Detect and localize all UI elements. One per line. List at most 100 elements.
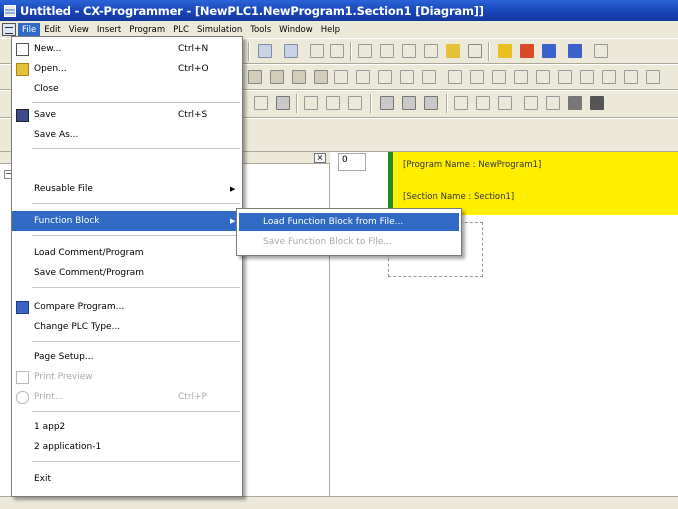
menu-separator	[32, 287, 240, 288]
save-disk-icon	[16, 108, 29, 122]
print-icon	[16, 390, 29, 404]
menu-item-compare-program[interactable]: Compare Program...	[12, 297, 242, 317]
menu-separator	[32, 235, 240, 236]
menu-program[interactable]: Program	[125, 23, 169, 37]
close-icon[interactable]: ×	[314, 153, 326, 163]
instruction-icon[interactable]	[536, 70, 550, 84]
word-icon[interactable]	[646, 70, 660, 84]
menu-file[interactable]: File	[18, 22, 41, 37]
io-table-icon[interactable]	[402, 96, 416, 110]
menu-item-page-setup[interactable]: Page Setup...	[12, 347, 242, 367]
transition-icon[interactable]	[602, 70, 616, 84]
redo-icon[interactable]	[330, 44, 344, 58]
contact-no-icon[interactable]	[356, 70, 370, 84]
menu-tools[interactable]: Tools	[246, 23, 275, 37]
menu-item-new[interactable]: New... Ctrl+N	[12, 39, 242, 59]
open-folder-icon	[16, 62, 29, 76]
menu-item-save-as[interactable]: Save As...	[12, 125, 242, 145]
undo-icon[interactable]	[310, 44, 324, 58]
menu-item-save-comment[interactable]: Save Comment/Program	[12, 263, 242, 283]
menu-item-function-block[interactable]: Function Block ▶	[12, 211, 242, 231]
horizontal-line-icon[interactable]	[470, 70, 484, 84]
comment-toggle-icon[interactable]	[292, 70, 306, 84]
toolbar-separator	[350, 42, 352, 61]
section-name-label: [Section Name : Section1]	[403, 192, 515, 202]
simulate-icon[interactable]	[524, 96, 538, 110]
cross-reference-icon[interactable]	[402, 44, 416, 58]
zoom-icon[interactable]	[248, 70, 262, 84]
menu-item-load-comment[interactable]: Load Comment/Program	[12, 243, 242, 263]
help-icon[interactable]	[446, 44, 460, 58]
find-icon[interactable]	[358, 44, 372, 58]
online-icon[interactable]	[520, 44, 534, 58]
menu-item-recent-2[interactable]: 2 application-1	[12, 437, 242, 457]
menu-plc[interactable]: PLC	[169, 23, 193, 37]
document-icon[interactable]	[2, 23, 16, 36]
watch-icon[interactable]	[380, 96, 394, 110]
coil-icon[interactable]	[492, 70, 506, 84]
paste-icon[interactable]	[284, 44, 298, 58]
menu-simulation[interactable]: Simulation	[193, 23, 246, 37]
replace-icon[interactable]	[380, 44, 394, 58]
warning-icon[interactable]	[498, 44, 512, 58]
view-icon[interactable]	[254, 96, 268, 110]
step-icon[interactable]	[580, 70, 594, 84]
compile-icon[interactable]	[594, 44, 608, 58]
menu-item-save[interactable]: Save Ctrl+S	[12, 105, 242, 125]
menu-item-reusable-file[interactable]: Reusable File ▶	[12, 179, 242, 199]
bit-icon[interactable]	[624, 70, 638, 84]
menu-insert[interactable]: Insert	[93, 23, 125, 37]
program-name-label: [Program Name : NewProgram1]	[403, 160, 542, 170]
menu-item-print[interactable]: Print... Ctrl+P	[12, 387, 242, 407]
address-reference-icon[interactable]	[424, 44, 438, 58]
monitor-icon[interactable]	[542, 44, 556, 58]
menu-item-save-function-block[interactable]: Save Function Block to File...	[239, 233, 459, 251]
menu-separator	[32, 148, 240, 149]
mnemonic-icon[interactable]	[304, 96, 318, 110]
copy-icon[interactable]	[258, 44, 272, 58]
menu-view[interactable]: View	[65, 23, 93, 37]
window-icon[interactable]	[276, 96, 290, 110]
menu-item-close[interactable]: Close	[12, 79, 242, 99]
window-title: Untitled - CX-Programmer - [NewPLC1.NewP…	[20, 3, 484, 18]
transfer-icon[interactable]	[568, 44, 582, 58]
menu-item-recent-1[interactable]: 1 app2	[12, 417, 242, 437]
menu-edit[interactable]: Edit	[40, 23, 64, 37]
output-icon[interactable]	[454, 96, 468, 110]
menu-help[interactable]: Help	[317, 23, 344, 37]
contact-or-icon[interactable]	[400, 70, 414, 84]
settings-icon[interactable]	[498, 96, 512, 110]
app-icon[interactable]	[4, 4, 16, 17]
horizontal-scrollbar[interactable]	[0, 496, 678, 509]
select-mode-icon[interactable]	[334, 70, 348, 84]
menu-item-load-function-block[interactable]: Load Function Block from File...	[239, 213, 459, 231]
debug-icon[interactable]	[546, 96, 560, 110]
ladder-icon[interactable]	[348, 96, 362, 110]
menu-item-print-preview[interactable]: Print Preview	[12, 367, 242, 387]
submenu-arrow-icon: ▶	[230, 185, 236, 193]
program-header-block: [Program Name : NewProgram1] [Section Na…	[388, 152, 678, 215]
menu-separator	[32, 341, 240, 342]
output-window-icon[interactable]	[476, 96, 490, 110]
menu-item-exit[interactable]: Exit	[12, 469, 242, 489]
coil-nc-icon[interactable]	[514, 70, 528, 84]
toolbar-separator	[248, 42, 250, 61]
contact-or-nc-icon[interactable]	[422, 70, 436, 84]
rung-number: 0	[338, 153, 366, 171]
memory-icon[interactable]	[424, 96, 438, 110]
vertical-line-icon[interactable]	[448, 70, 462, 84]
stop-icon[interactable]	[590, 96, 604, 110]
run-icon[interactable]	[568, 96, 582, 110]
new-file-icon	[16, 42, 29, 56]
menu-item-open[interactable]: Open... Ctrl+O	[12, 59, 242, 79]
grid-icon[interactable]	[270, 70, 284, 84]
fb-call-icon[interactable]	[558, 70, 572, 84]
table-icon[interactable]	[326, 96, 340, 110]
menu-item-change-plc-type[interactable]: Change PLC Type...	[12, 317, 242, 337]
monitor-toggle-icon[interactable]	[314, 70, 328, 84]
toolbar-separator	[446, 94, 448, 113]
menu-window[interactable]: Window	[275, 23, 317, 37]
contact-nc-icon[interactable]	[378, 70, 392, 84]
compare-icon	[16, 300, 29, 314]
context-help-icon[interactable]	[468, 44, 482, 58]
